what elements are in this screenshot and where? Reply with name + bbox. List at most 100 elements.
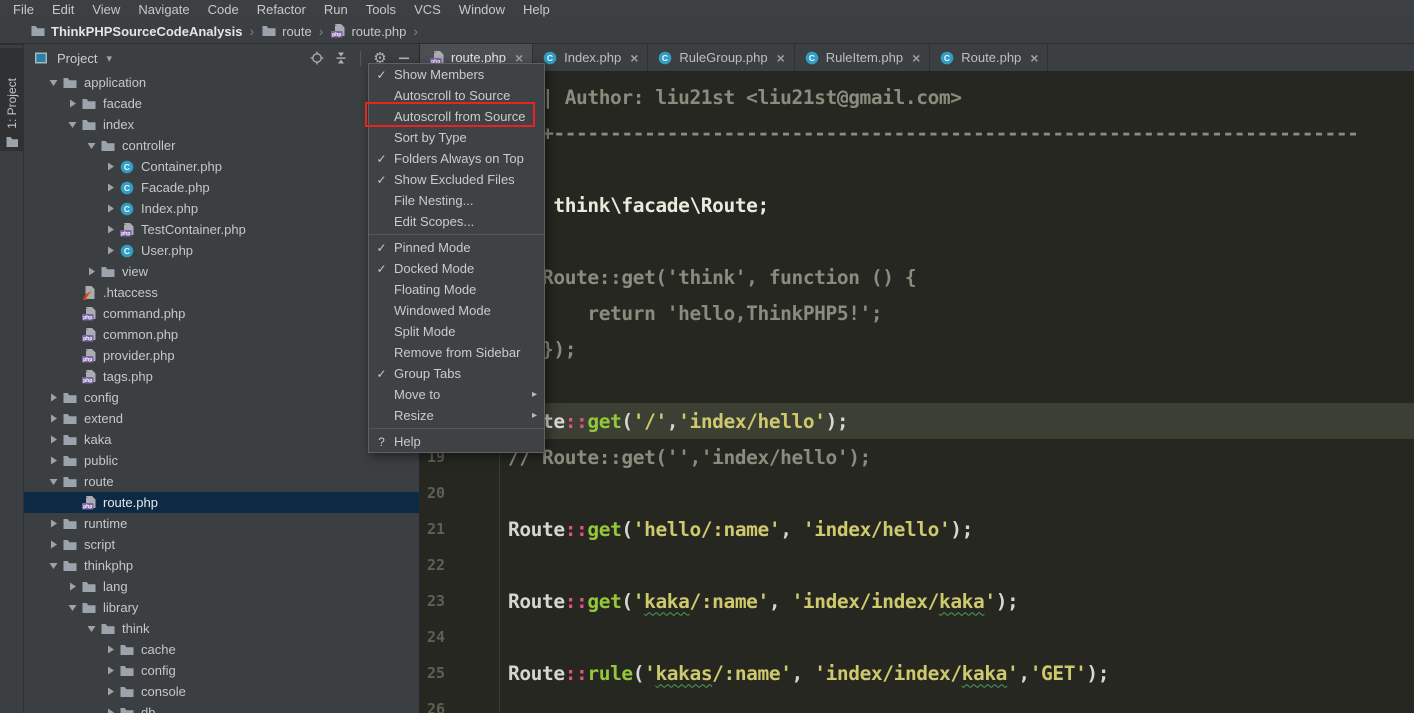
tree-item-think[interactable]: think xyxy=(24,618,419,639)
tree-item-extend[interactable]: extend xyxy=(24,408,419,429)
menubar-item-code[interactable]: Code xyxy=(199,0,248,19)
editor-tab-route-php[interactable]: CRoute.php× xyxy=(930,44,1048,71)
tree-item-index-php[interactable]: CIndex.php xyxy=(24,198,419,219)
tree-item-library[interactable]: library xyxy=(24,597,419,618)
close-icon[interactable]: × xyxy=(912,51,920,65)
menubar-item-view[interactable]: View xyxy=(83,0,129,19)
menu-item-remove-from-sidebar[interactable]: Remove from Sidebar xyxy=(369,342,544,363)
tree-item-thinkphp[interactable]: thinkphp xyxy=(24,555,419,576)
menu-item-docked-mode[interactable]: ✓Docked Mode xyxy=(369,258,544,279)
code-line-21[interactable]: 21Route::get('hello/:name', 'index/hello… xyxy=(420,511,1414,547)
editor-tab-ruleitem-php[interactable]: CRuleItem.php× xyxy=(795,44,931,71)
tree-item-provider-php[interactable]: phpprovider.php xyxy=(24,345,419,366)
menubar-item-file[interactable]: File xyxy=(4,0,43,19)
tree-item-user-php[interactable]: CUser.php xyxy=(24,240,419,261)
chevron-right-icon[interactable] xyxy=(45,455,62,466)
chevron-down-icon[interactable] xyxy=(83,140,100,151)
line-number[interactable]: 24 xyxy=(420,619,500,655)
chevron-right-icon[interactable] xyxy=(64,581,81,592)
tree-item-common-php[interactable]: phpcommon.php xyxy=(24,324,419,345)
tree-item-htaccess[interactable]: .htaccess xyxy=(24,282,419,303)
menu-item-group-tabs[interactable]: ✓Group Tabs xyxy=(369,363,544,384)
chevron-right-icon[interactable] xyxy=(45,434,62,445)
tree-item-route-php[interactable]: phproute.php xyxy=(24,492,419,513)
chevron-right-icon[interactable] xyxy=(102,245,119,256)
tree-item-lang[interactable]: lang xyxy=(24,576,419,597)
chevron-down-icon[interactable] xyxy=(45,560,62,571)
tree-item-controller[interactable]: controller xyxy=(24,135,419,156)
menu-item-pinned-mode[interactable]: ✓Pinned Mode xyxy=(369,237,544,258)
code-line-10[interactable]: 10// +----------------------------------… xyxy=(420,115,1414,151)
chevron-right-icon[interactable] xyxy=(45,413,62,424)
chevron-right-icon[interactable] xyxy=(45,539,62,550)
tree-item-application[interactable]: application xyxy=(24,72,419,93)
tree-item-index[interactable]: index xyxy=(24,114,419,135)
tree-item-kaka[interactable]: kaka xyxy=(24,429,419,450)
menu-item-resize[interactable]: Resize▸ xyxy=(369,405,544,426)
chevron-right-icon[interactable] xyxy=(45,518,62,529)
line-number[interactable]: 25 xyxy=(420,655,500,691)
menu-item-autoscroll-from-source[interactable]: Autoscroll from Source xyxy=(369,106,544,127)
tree-item-facade-php[interactable]: CFacade.php xyxy=(24,177,419,198)
chevron-right-icon[interactable] xyxy=(83,266,100,277)
chevron-right-icon[interactable] xyxy=(102,203,119,214)
tree-item-route[interactable]: route xyxy=(24,471,419,492)
tree-item-public[interactable]: public xyxy=(24,450,419,471)
tree-item-command-php[interactable]: phpcommand.php xyxy=(24,303,419,324)
tree-item-testcontainer-php[interactable]: phpTestContainer.php xyxy=(24,219,419,240)
line-number[interactable]: 23 xyxy=(420,583,500,619)
editor-tab-rulegroup-php[interactable]: CRuleGroup.php× xyxy=(648,44,794,71)
breadcrumb-item-thinkphpsourcecodeanalysis[interactable]: ThinkPHPSourceCodeAnalysis xyxy=(30,23,242,39)
tree-item-container-php[interactable]: CContainer.php xyxy=(24,156,419,177)
close-icon[interactable]: × xyxy=(1030,51,1038,65)
breadcrumb-item-route-php[interactable]: phproute.php xyxy=(330,23,406,39)
menu-item-help[interactable]: ?Help xyxy=(369,431,544,452)
chevron-right-icon[interactable] xyxy=(64,98,81,109)
menu-item-sort-by-type[interactable]: Sort by Type xyxy=(369,127,544,148)
tree-item-config[interactable]: config xyxy=(24,660,419,681)
tree-item-cache[interactable]: cache xyxy=(24,639,419,660)
code-line-16[interactable]: 16// }); xyxy=(420,331,1414,367)
collapse-all-button[interactable] xyxy=(332,49,350,67)
chevron-right-icon[interactable] xyxy=(45,392,62,403)
menu-item-edit-scopes[interactable]: Edit Scopes... xyxy=(369,211,544,232)
menu-item-autoscroll-to-source[interactable]: Autoscroll to Source xyxy=(369,85,544,106)
close-icon[interactable]: × xyxy=(630,51,638,65)
menubar-item-refactor[interactable]: Refactor xyxy=(248,0,315,19)
chevron-down-icon[interactable] xyxy=(64,602,81,613)
chevron-down-icon[interactable] xyxy=(45,476,62,487)
tree-item-config[interactable]: config xyxy=(24,387,419,408)
editor-tab-index-php[interactable]: CIndex.php× xyxy=(533,44,648,71)
menubar-item-vcs[interactable]: VCS xyxy=(405,0,450,19)
chevron-right-icon[interactable] xyxy=(102,707,119,713)
code-line-22[interactable]: 22 xyxy=(420,547,1414,583)
chevron-right-icon[interactable] xyxy=(102,224,119,235)
tree-item-runtime[interactable]: runtime xyxy=(24,513,419,534)
line-number[interactable]: 26 xyxy=(420,691,500,713)
code-line-19[interactable]: 19// Route::get('','index/hello'); xyxy=(420,439,1414,475)
menubar-item-window[interactable]: Window xyxy=(450,0,514,19)
tree-item-view[interactable]: view xyxy=(24,261,419,282)
tree-item-console[interactable]: console xyxy=(24,681,419,702)
code-line-13[interactable]: 13 xyxy=(420,223,1414,259)
menu-item-windowed-mode[interactable]: Windowed Mode xyxy=(369,300,544,321)
tree-item-script[interactable]: script xyxy=(24,534,419,555)
line-number[interactable]: 20 xyxy=(420,475,500,511)
menu-item-split-mode[interactable]: Split Mode xyxy=(369,321,544,342)
code-line-15[interactable]: 15// return 'hello,ThinkPHP5!'; xyxy=(420,295,1414,331)
line-number[interactable]: 21 xyxy=(420,511,500,547)
menubar-item-navigate[interactable]: Navigate xyxy=(129,0,198,19)
menu-item-show-members[interactable]: ✓Show Members xyxy=(369,64,544,85)
menu-item-floating-mode[interactable]: Floating Mode xyxy=(369,279,544,300)
code-line-23[interactable]: 23Route::get('kaka/:name', 'index/index/… xyxy=(420,583,1414,619)
code-line-25[interactable]: 25Route::rule('kakas/:name', 'index/inde… xyxy=(420,655,1414,691)
code-line-26[interactable]: 26 xyxy=(420,691,1414,713)
code-line-9[interactable]: 9// | Author: liu21st <liu21st@gmail.com… xyxy=(420,79,1414,115)
menu-item-move-to[interactable]: Move to▸ xyxy=(369,384,544,405)
menu-item-file-nesting[interactable]: File Nesting... xyxy=(369,190,544,211)
chevron-down-icon[interactable] xyxy=(83,623,100,634)
menubar-item-edit[interactable]: Edit xyxy=(43,0,83,19)
tool-window-button-project[interactable]: 1: Project xyxy=(0,48,23,151)
chevron-right-icon[interactable] xyxy=(102,644,119,655)
line-number[interactable]: 22 xyxy=(420,547,500,583)
